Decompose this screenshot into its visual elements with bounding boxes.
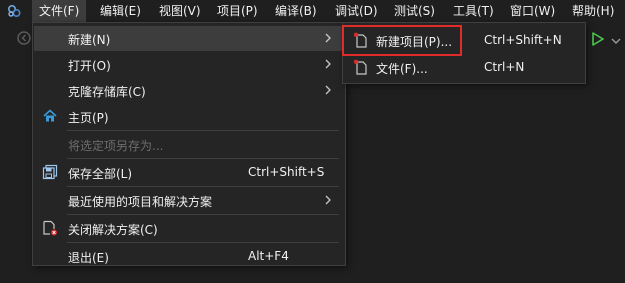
close-solution-icon — [43, 220, 57, 236]
menu-item-close-solution[interactable]: 关闭解决方案(C) — [34, 216, 344, 241]
menu-build[interactable]: 编译(B) — [268, 0, 324, 22]
menu-file[interactable]: 文件(F) — [32, 0, 87, 22]
back-circle-icon[interactable] — [16, 30, 32, 46]
menu-view[interactable]: 视图(V) — [152, 0, 208, 22]
menu-item-exit-shortcut: Alt+F4 — [248, 249, 289, 263]
save-all-icon — [42, 164, 58, 180]
menu-item-exit-label: 退出(E) — [68, 251, 109, 265]
menu-item-home[interactable]: 主页(P) — [34, 104, 344, 129]
menu-separator — [67, 130, 339, 131]
menu-item-exit[interactable]: 退出(E) Alt+F4 — [34, 244, 344, 269]
menu-project[interactable]: 项目(P) — [210, 0, 265, 22]
submenu-arrow-icon — [325, 59, 331, 69]
overflow-chevron-icon[interactable] — [610, 36, 622, 48]
visual-studio-logo-icon[interactable] — [6, 3, 22, 19]
submenu-item-new-file[interactable]: 文件(F)... Ctrl+N — [344, 54, 584, 80]
menu-debug[interactable]: 调试(D) — [328, 0, 385, 22]
submenu-item-new-project-shortcut: Ctrl+Shift+N — [484, 33, 562, 47]
menu-tools[interactable]: 工具(T) — [446, 0, 501, 22]
menu-item-recent[interactable]: 最近使用的项目和解决方案 — [34, 188, 344, 213]
menu-item-save-all-label: 保存全部(L) — [68, 167, 133, 181]
submenu-arrow-icon — [325, 195, 331, 205]
menu-item-recent-label: 最近使用的项目和解决方案 — [68, 195, 213, 209]
menu-window[interactable]: 窗口(W) — [503, 0, 562, 22]
menu-item-new-label: 新建(N) — [68, 33, 111, 47]
submenu-item-new-file-shortcut: Ctrl+N — [484, 60, 525, 74]
submenu-arrow-icon — [325, 85, 331, 95]
menu-item-save-all-shortcut: Ctrl+Shift+S — [248, 165, 325, 179]
new-file-icon — [353, 59, 367, 75]
submenu-arrow-icon — [325, 33, 331, 43]
menu-bar: 文件(F) 编辑(E) 视图(V) 项目(P) 编译(B) 调试(D) 测试(S… — [0, 0, 625, 22]
menu-separator — [67, 242, 339, 243]
file-menu-dropdown: 新建(N) 打开(O) 克隆存储库(C) 主页(P) 将选定项另存为... 保存… — [32, 22, 346, 266]
menu-item-save-all[interactable]: 保存全部(L) Ctrl+Shift+S — [34, 160, 344, 185]
start-debugging-icon[interactable] — [592, 32, 604, 46]
menu-help[interactable]: 帮助(H) — [565, 0, 621, 22]
menu-test[interactable]: 测试(S) — [387, 0, 442, 22]
menu-item-new[interactable]: 新建(N) — [34, 26, 344, 51]
menu-edit[interactable]: 编辑(E) — [93, 0, 148, 22]
menu-item-save-selected-as-label: 将选定项另存为... — [68, 139, 164, 153]
menu-item-open-label: 打开(O) — [68, 59, 111, 73]
menu-item-clone-repo[interactable]: 克隆存储库(C) — [34, 78, 344, 103]
highlight-annotation-box — [342, 25, 462, 56]
menu-item-open[interactable]: 打开(O) — [34, 52, 344, 77]
menu-item-close-solution-label: 关闭解决方案(C) — [68, 223, 158, 237]
menu-item-save-selected-as: 将选定项另存为... — [34, 132, 344, 157]
menu-item-clone-label: 克隆存储库(C) — [68, 85, 146, 99]
menu-item-home-label: 主页(P) — [68, 111, 109, 125]
menu-separator — [67, 214, 339, 215]
submenu-item-new-file-label: 文件(F)... — [376, 62, 428, 76]
menu-separator — [67, 158, 339, 159]
home-icon — [43, 109, 57, 122]
menu-separator — [67, 186, 339, 187]
